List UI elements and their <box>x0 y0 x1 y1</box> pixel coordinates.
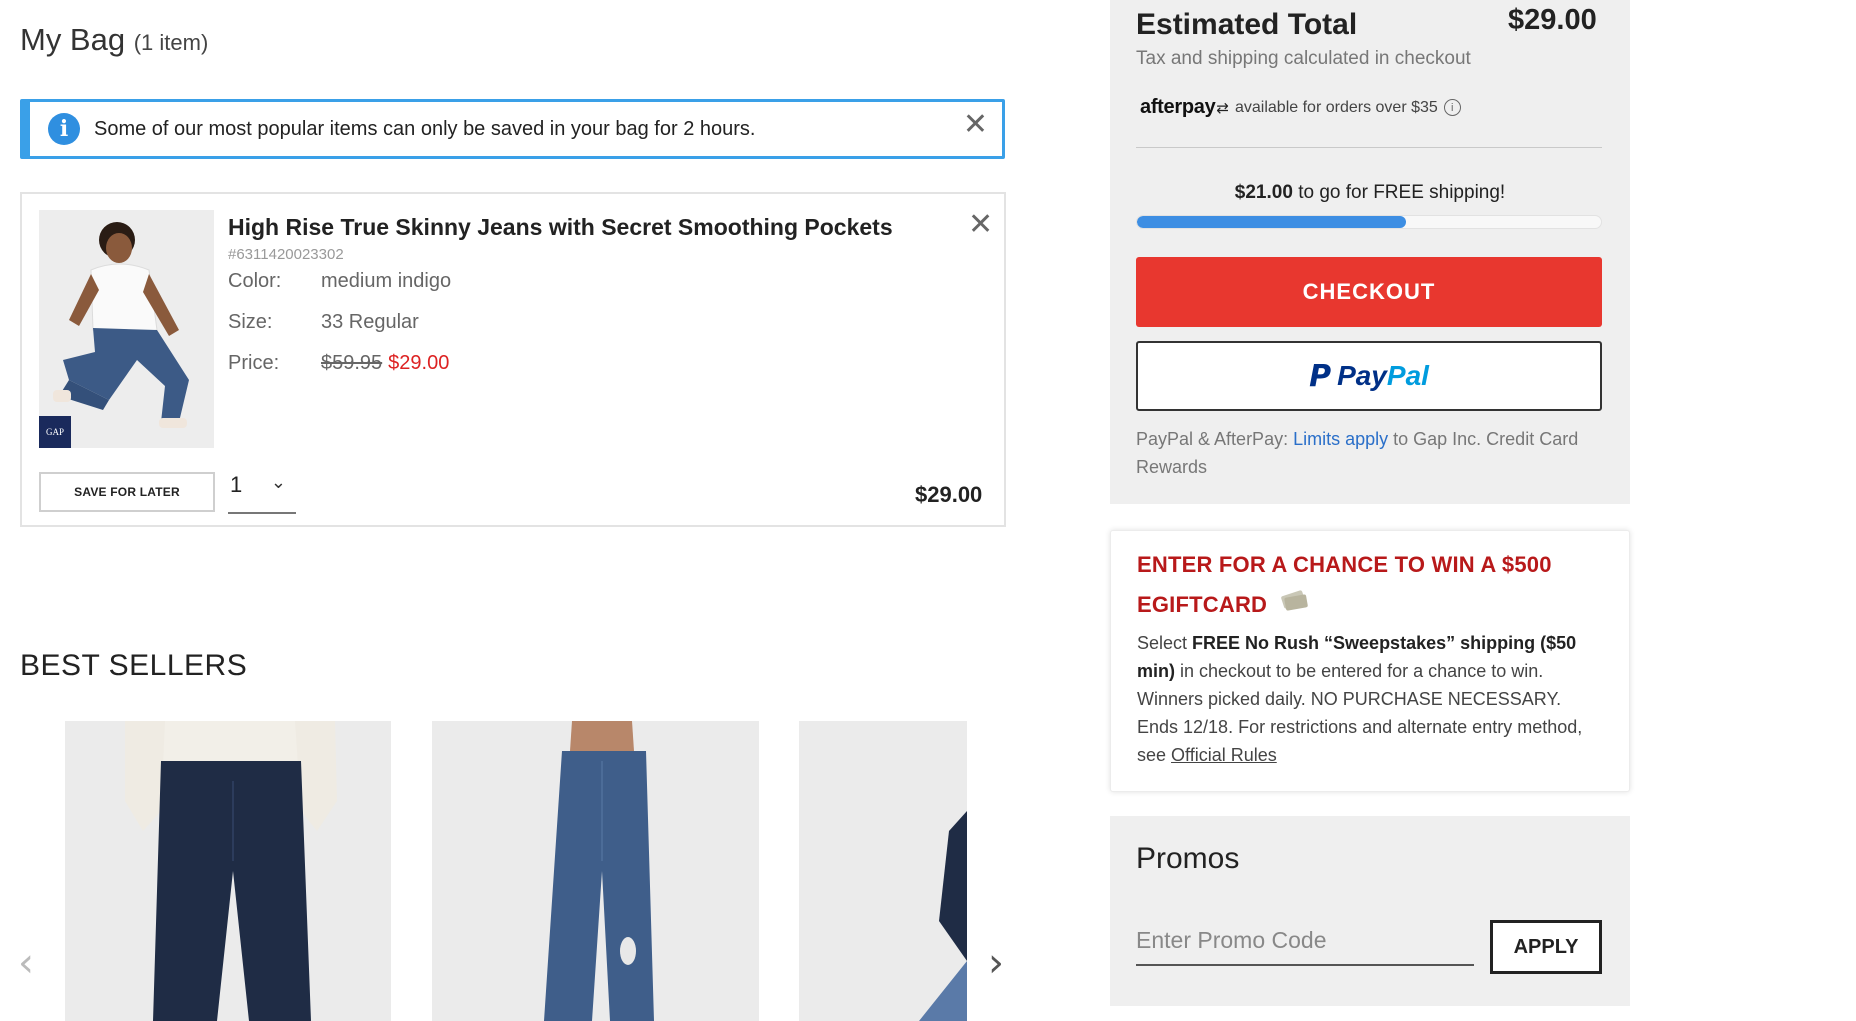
sale-price: $29.00 <box>388 352 450 374</box>
page-title: My Bag (1 item) <box>20 22 208 58</box>
product-tile-image <box>799 721 967 1021</box>
price-value: $59.95 $29.00 <box>321 352 449 375</box>
quantity-select[interactable]: 1 ⌄ <box>228 472 296 514</box>
money-icon <box>1279 586 1309 626</box>
line-total: $29.00 <box>915 482 983 507</box>
notice-text: Some of our most popular items can only … <box>94 117 756 140</box>
estimated-total-label: Estimated Total <box>1136 8 1358 41</box>
paypal-pay-text: Pay <box>1337 360 1387 391</box>
official-rules-link[interactable]: Official Rules <box>1171 745 1277 765</box>
info-icon: i <box>48 113 80 145</box>
bag-item-card: GAP High Rise True Skinny Jeans with Sec… <box>20 192 1006 527</box>
payment-note-prefix: PayPal & AfterPay: <box>1136 429 1294 449</box>
sweepstakes-title-text: ENTER FOR A CHANCE TO WIN A $500 EGIFTCA… <box>1137 552 1552 617</box>
size-label: Size: <box>228 311 273 333</box>
info-icon[interactable]: i <box>1443 99 1461 116</box>
sweepstakes-title: ENTER FOR A CHANCE TO WIN A $500 EGIFTCA… <box>1137 545 1567 626</box>
apply-promo-button[interactable]: APPLY <box>1490 920 1602 974</box>
shipping-progress-fill <box>1137 216 1407 228</box>
carousel-prev-icon[interactable]: ‹ <box>18 940 34 986</box>
gap-logo: GAP <box>39 416 71 448</box>
shipping-amount: $21.00 <box>1234 182 1293 203</box>
shipping-text: to go for FREE shipping! <box>1292 182 1506 203</box>
size-value: 33 Regular <box>321 311 419 333</box>
paypal-icon: P <box>1309 358 1332 394</box>
paypal-button[interactable]: P Pay Pal <box>1136 341 1602 411</box>
bag-notice: i Some of our most popular items can onl… <box>20 99 1005 159</box>
carousel-next-icon[interactable]: › <box>988 940 1004 986</box>
color-label: Color: <box>228 270 282 292</box>
quantity-value: 1 <box>230 472 243 497</box>
bag-item-count: (1 item) <box>133 30 209 55</box>
sweepstakes-body: Select FREE No Rush “Sweepstakes” shippi… <box>1137 629 1607 769</box>
close-icon[interactable]: ✕ <box>963 110 988 140</box>
promo-code-input[interactable] <box>1136 916 1474 966</box>
afterpay-info: afterpay ⇄ available for orders over $35… <box>1140 96 1461 119</box>
tax-note: Tax and shipping calculated in checkout <box>1136 48 1471 69</box>
product-tile[interactable] <box>432 721 759 1021</box>
sweepstakes-card: ENTER FOR A CHANCE TO WIN A $500 EGIFTCA… <box>1110 530 1630 792</box>
afterpay-text: available for orders over $35 <box>1235 98 1438 116</box>
bag-title: My Bag <box>20 22 126 57</box>
free-shipping-message: $21.00 to go for FREE shipping! <box>1110 182 1630 204</box>
price-label: Price: <box>228 352 280 374</box>
product-tile-image <box>65 721 391 1021</box>
promos-title: Promos <box>1136 842 1240 875</box>
product-tile[interactable] <box>799 721 967 1021</box>
afterpay-arrows-icon: ⇄ <box>1216 99 1229 117</box>
estimated-total-value: $29.00 <box>1508 4 1597 36</box>
sweepstakes-text-1: Select <box>1137 633 1193 653</box>
product-sku: #6311420023302 <box>228 246 344 263</box>
remove-item-icon[interactable]: ✕ <box>968 210 993 240</box>
color-value: medium indigo <box>321 270 452 292</box>
shipping-progress-bar <box>1136 215 1602 229</box>
product-photo <box>39 210 214 448</box>
afterpay-logo: afterpay <box>1140 96 1216 118</box>
payment-note: PayPal & AfterPay: Limits apply to Gap I… <box>1136 425 1606 481</box>
original-price: $59.95 <box>321 352 383 374</box>
limits-apply-link[interactable]: Limits apply <box>1293 429 1388 449</box>
divider <box>1136 147 1602 148</box>
save-for-later-button[interactable]: SAVE FOR LATER <box>39 472 215 512</box>
promos-panel: Promos APPLY <box>1110 816 1630 1006</box>
checkout-button[interactable]: CHECKOUT <box>1136 257 1602 327</box>
chevron-down-icon: ⌄ <box>270 472 286 492</box>
best-sellers-heading: BEST SELLERS <box>20 649 248 682</box>
product-tile[interactable] <box>65 721 391 1021</box>
product-name[interactable]: High Rise True Skinny Jeans with Secret … <box>228 214 893 241</box>
order-summary: Estimated Total $29.00 Tax and shipping … <box>1110 0 1630 504</box>
product-tile-image <box>432 721 759 1021</box>
product-image[interactable]: GAP <box>39 210 214 448</box>
paypal-pal-text: Pal <box>1386 360 1429 391</box>
